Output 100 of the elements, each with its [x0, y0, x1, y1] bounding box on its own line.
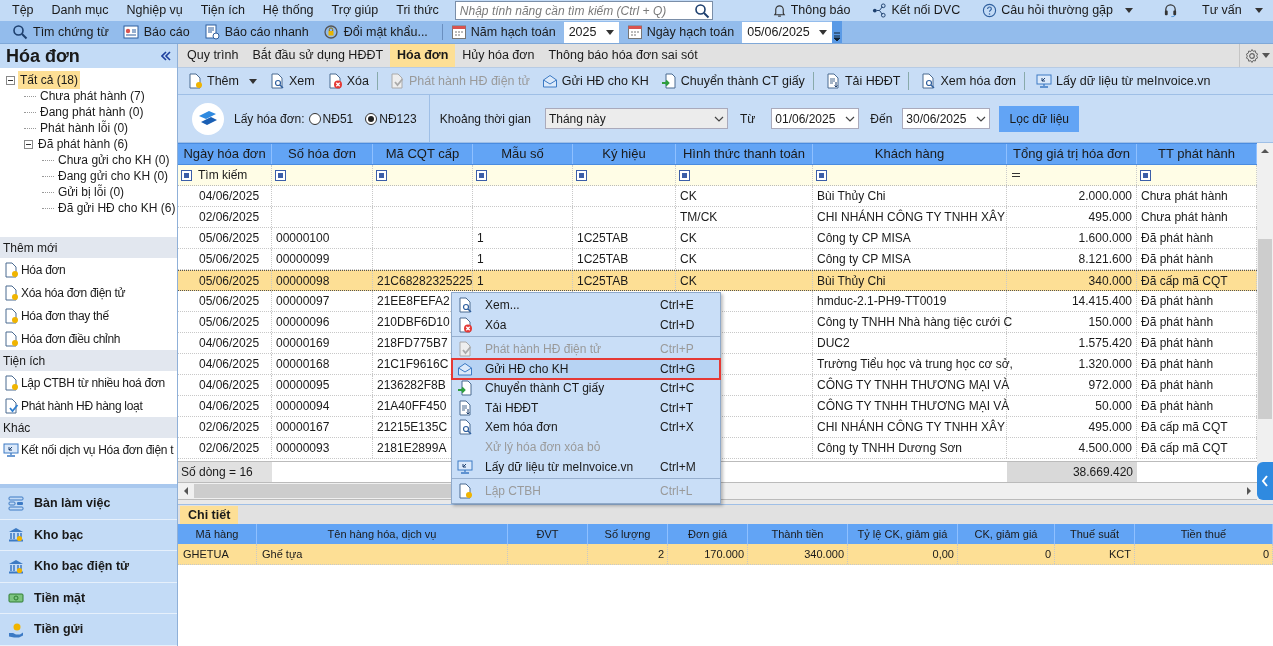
settings-button[interactable]: [1239, 44, 1273, 67]
menu-item[interactable]: Gửi HĐ cho KH Ctrl+G: [452, 359, 720, 379]
table-row[interactable]: 05/06/2025 00000099 1 1C25TAB CK Công ty CP MISA 8.121.600 Đã phát hành: [178, 249, 1257, 270]
search-field[interactable]: Nhập tính năng cần tìm kiếm (Ctrl + Q): [454, 1, 713, 20]
table-row[interactable]: GHETUA Ghế tựa 2 170.000 340.000 0,00 0 KCT 0: [178, 544, 1273, 565]
filter-icon[interactable]: [376, 169, 387, 181]
menu-item[interactable]: Danh mục: [45, 1, 115, 20]
column-header[interactable]: Ký hiệu: [573, 144, 676, 164]
sidebar-link[interactable]: Xóa hóa đơn điện tử: [0, 281, 177, 304]
menu-item[interactable]: Chuyển thành CT giấy Ctrl+C: [452, 378, 720, 398]
scrollbar-thumb[interactable]: [1258, 239, 1272, 419]
tree-item[interactable]: Gửi bị lỗi (0): [56, 183, 127, 201]
nav-button[interactable]: Tiền mặt: [0, 582, 177, 615]
column-header[interactable]: Hình thức thanh toán: [676, 144, 813, 164]
menu-item[interactable]: Xem hóa đơn Ctrl+X: [452, 417, 720, 437]
filter-field[interactable]: Tìm kiếm: [198, 166, 248, 184]
filter-icon[interactable]: [476, 169, 487, 181]
toolbar-button[interactable]: Lấy dữ liệu từ meInvoice.vn: [1033, 71, 1214, 91]
dropdown-field[interactable]: 2025: [563, 21, 619, 43]
menu-item[interactable]: Trợ giúp: [325, 1, 385, 20]
tree-item[interactable]: Đã phát hành (6): [36, 135, 131, 153]
sidebar-link[interactable]: Kết nối dịch vụ Hóa đơn điện t: [0, 438, 177, 461]
tree-item[interactable]: Phát hành lỗi (0): [38, 119, 131, 137]
filter-icon[interactable]: [1140, 169, 1151, 181]
tree-item[interactable]: Chưa phát hành (7): [38, 87, 147, 105]
nav-button[interactable]: Kho bạc điện tử: [0, 551, 177, 583]
menu-item[interactable]: Lấy dữ liệu từ meInvoice.vn Ctrl+M: [452, 456, 720, 479]
radio-button[interactable]: NĐ51: [308, 109, 354, 128]
tree-item[interactable]: Đang gửi cho KH (0): [56, 167, 171, 185]
collapse-icon[interactable]: [6, 75, 15, 85]
tree-item[interactable]: Đang phát hành (0): [38, 103, 146, 121]
table-cell-text: GHETUA: [183, 546, 229, 562]
sidebar-link[interactable]: Hóa đơn thay thế: [0, 304, 177, 327]
filter-icon[interactable]: [181, 169, 192, 181]
nav-button[interactable]: Kho bạc: [0, 519, 177, 552]
nav-button[interactable]: Bàn làm việc: [0, 488, 177, 520]
table-cell-text: Chưa phát hành: [1141, 209, 1228, 226]
dropdown-field[interactable]: Tháng này: [544, 108, 728, 129]
menu-item[interactable]: Tải HĐĐT Ctrl+T: [452, 398, 720, 418]
filter-icon[interactable]: [816, 169, 827, 181]
menu-item[interactable]: Tiện ích: [194, 1, 251, 20]
tab[interactable]: Hủy hóa đơn: [455, 44, 542, 67]
filter-icon[interactable]: [275, 169, 286, 181]
tab[interactable]: Quy trình: [180, 44, 246, 67]
tab[interactable]: Hóa đơn: [390, 44, 456, 67]
filter-icon[interactable]: [576, 169, 587, 181]
column-header[interactable]: Tổng giá trị hóa đơn: [1007, 144, 1137, 164]
table-row[interactable]: 05/06/2025 00000098 21C68282325225 1 1C25TAB CK Bùi Thủy Chi 340.000 Đã cấp mã CQT: [178, 270, 1257, 291]
menu-item[interactable]: Xem... Ctrl+E: [452, 295, 720, 315]
toolbar-link[interactable]: Tư vấn: [1163, 1, 1263, 20]
document-check-icon: [457, 341, 473, 358]
filter-icon[interactable]: [679, 169, 690, 181]
dropdown-field[interactable]: 30/06/2025: [902, 108, 991, 129]
toolbar-button[interactable]: Báo cáo: [122, 22, 190, 42]
toolbar-button[interactable]: Xem: [265, 71, 318, 91]
tab[interactable]: Chi tiết: [180, 506, 239, 524]
toolbar-button[interactable]: Xem hóa đơn: [917, 71, 1026, 91]
overflow-icon[interactable]: [832, 21, 843, 43]
toolbar-button[interactable]: Thêm: [184, 71, 260, 91]
column-header[interactable]: Ngày hóa đơn: [178, 144, 272, 164]
column-header[interactable]: Mã CQT cấp: [373, 144, 473, 164]
table-row[interactable]: 02/06/2025 TM/CK CHI NHÁNH CÔNG TY TNHH XÂY 495.000 Chưa phát hành: [178, 207, 1257, 228]
sidebar-link[interactable]: Hóa đơn: [0, 258, 177, 281]
toolbar-button[interactable]: Gửi HĐ cho KH: [538, 71, 652, 91]
menu-item[interactable]: Tri thức: [390, 1, 445, 20]
toolbar-button[interactable]: Chuyển thành CT giấy: [657, 71, 814, 91]
menu-item[interactable]: Tệp: [6, 1, 40, 20]
tab[interactable]: Thông báo hóa đơn sai sót: [541, 44, 705, 67]
toolbar-button[interactable]: Tải HĐĐT: [821, 71, 910, 91]
toolbar-button[interactable]: Tìm chứng từ: [12, 22, 109, 42]
sidebar-link[interactable]: Phát hành HĐ hàng loạt: [0, 394, 177, 417]
dropdown-field[interactable]: 05/06/2025: [742, 21, 833, 43]
sidebar-link[interactable]: Hóa đơn điều chỉnh: [0, 327, 177, 350]
sidebar-link[interactable]: Lập CTBH từ nhiều hoá đơn: [0, 371, 177, 394]
column-header[interactable]: Mẫu số: [473, 144, 573, 164]
column-header[interactable]: Số hóa đơn: [272, 144, 373, 164]
toolbar-button[interactable]: Xóa: [323, 71, 378, 91]
panel-toggle-button[interactable]: [1257, 462, 1273, 500]
collapse-icon[interactable]: [24, 139, 33, 149]
tree-item[interactable]: Chưa gửi cho KH (0): [56, 151, 172, 169]
menu-item[interactable]: Xóa Ctrl+D: [452, 314, 720, 337]
toolbar-link[interactable]: Kết nối DVC: [872, 1, 961, 20]
collapse-icon[interactable]: [161, 51, 171, 61]
column-header[interactable]: Khách hàng: [813, 144, 1007, 164]
tab[interactable]: Bắt đầu sử dụng HĐĐT: [245, 44, 391, 67]
nav-button[interactable]: Tiền gửi: [0, 614, 177, 646]
toolbar-button[interactable]: Báo cáo nhanh: [203, 22, 309, 42]
toolbar-link[interactable]: Câu hỏi thường gặp: [982, 1, 1133, 20]
menu-item[interactable]: Nghiệp vụ: [120, 1, 189, 20]
equals-icon[interactable]: [1011, 170, 1021, 180]
radio-button[interactable]: NĐ123: [365, 109, 417, 128]
tree-item[interactable]: Đã gửi HĐ cho KH (6): [56, 199, 178, 217]
tree-item[interactable]: Tất cả (18): [18, 71, 81, 89]
dropdown-field[interactable]: 01/06/2025: [771, 108, 860, 129]
table-row[interactable]: 04/06/2025 CK Bùi Thủy Chi 2.000.000 Chưa phát hành: [178, 186, 1257, 207]
filter-button[interactable]: Lọc dữ liệu: [999, 105, 1080, 132]
table-row[interactable]: 05/06/2025 00000100 1 1C25TAB CK Công ty CP MISA 1.600.000 Đã phát hành: [178, 228, 1257, 249]
menu-item[interactable]: Hệ thống: [256, 1, 320, 20]
toolbar-button[interactable]: Đổi mật khẩu...: [322, 22, 428, 42]
toolbar-link[interactable]: Thông báo: [771, 1, 851, 20]
